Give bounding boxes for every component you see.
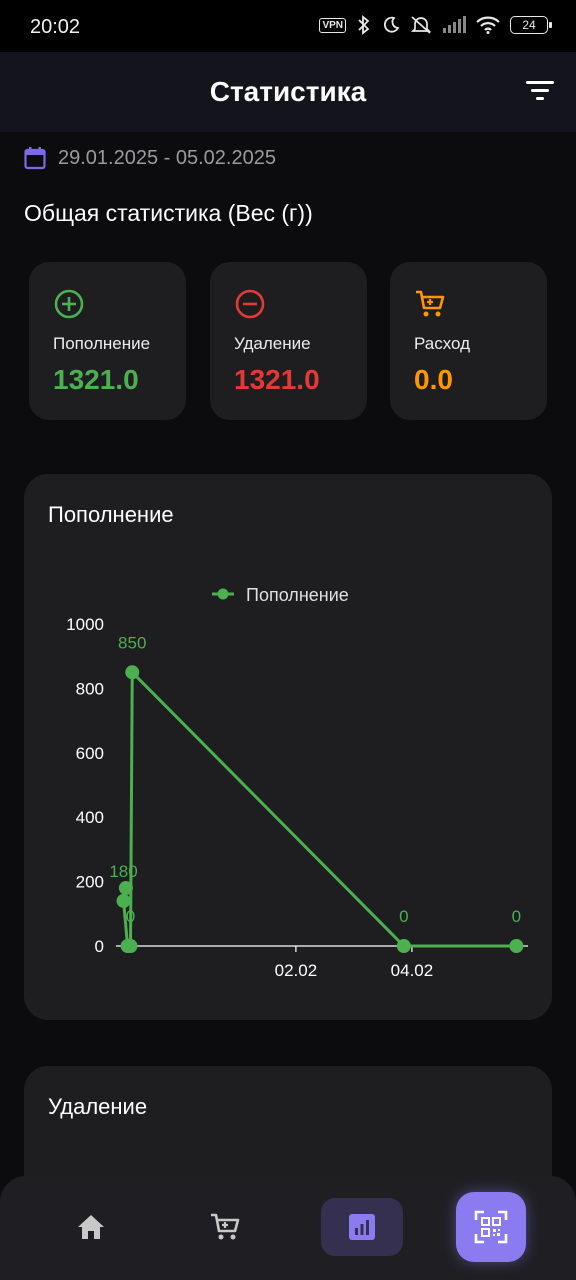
status-icons: VPN 24 xyxy=(319,15,552,35)
battery-icon: 24 xyxy=(510,16,552,34)
cart-icon xyxy=(211,1213,240,1240)
wifi-icon xyxy=(476,16,500,34)
nav-home[interactable] xyxy=(50,1198,132,1256)
bluetooth-icon xyxy=(358,15,370,35)
x-tick-label: 02.02 xyxy=(275,961,318,980)
nav-statistics[interactable] xyxy=(321,1198,403,1256)
silent-icon xyxy=(410,16,432,34)
add-circle-icon xyxy=(54,289,84,319)
vpn-icon: VPN xyxy=(319,17,346,33)
legend-marker xyxy=(217,588,229,600)
line-chart: Пополнение 0 200 400 600 800 1000 02.02 04.02 180… xyxy=(66,585,528,980)
stat-card-removal: Удаление 1321.0 xyxy=(210,262,367,420)
date-range-text: 29.01.2025 - 05.02.2025 xyxy=(58,146,276,169)
calendar-icon xyxy=(24,147,46,170)
data-label: 850 xyxy=(118,633,146,652)
chart-card-replenish: Пополнение Пополнение 0 200 400 600 800 1000 02… xyxy=(24,474,552,1020)
y-tick-label: 200 xyxy=(76,873,104,892)
bar-chart-icon xyxy=(349,1214,375,1240)
moon-icon xyxy=(383,16,400,33)
data-point xyxy=(509,939,524,953)
data-point xyxy=(116,893,131,908)
data-label: 0 xyxy=(512,907,521,926)
home-icon xyxy=(78,1215,104,1239)
status-time: 20:02 xyxy=(30,16,81,38)
cart-icon xyxy=(416,290,445,317)
data-label: 0 xyxy=(126,907,135,926)
y-tick-label: 0 xyxy=(95,937,104,956)
signal-icon xyxy=(443,16,466,33)
date-range[interactable]: 29.01.2025 - 05.02.2025 xyxy=(24,146,276,170)
stat-value: 0.0 xyxy=(414,364,453,395)
qr-scan-icon xyxy=(474,1210,508,1244)
data-point xyxy=(125,665,140,680)
stat-value: 1321.0 xyxy=(234,364,320,395)
data-point xyxy=(118,881,133,896)
data-label: 0 xyxy=(399,907,408,926)
page-title: Статистика xyxy=(209,76,367,107)
stat-label: Удаление xyxy=(234,334,311,353)
bottom-nav xyxy=(0,1176,576,1280)
nav-qr-scan[interactable] xyxy=(456,1192,526,1262)
stat-card-replenish: Пополнение 1321.0 xyxy=(29,262,186,420)
chart-title: Удаление xyxy=(48,1094,148,1119)
series-line xyxy=(122,670,517,948)
app-bar: Статистика xyxy=(0,52,576,132)
status-bar: 20:02 VPN 24 xyxy=(0,0,576,52)
data-point xyxy=(396,939,411,953)
filter-icon[interactable] xyxy=(526,78,556,104)
stat-label: Расход xyxy=(414,334,471,353)
x-tick-label: 04.02 xyxy=(391,961,434,980)
stat-card-expense: Расход 0.0 xyxy=(390,262,547,420)
summary-title: Общая статистика (Вес (г)) xyxy=(24,200,313,226)
stat-label: Пополнение xyxy=(53,334,151,353)
y-tick-label: 600 xyxy=(76,744,104,763)
y-tick-label: 800 xyxy=(76,679,104,698)
y-tick-label: 400 xyxy=(76,808,104,827)
legend-label: Пополнение xyxy=(246,585,349,605)
data-label: 180 xyxy=(109,862,137,881)
y-tick-label: 1000 xyxy=(66,615,104,634)
stat-value: 1321.0 xyxy=(53,364,139,395)
nav-cart[interactable] xyxy=(184,1198,266,1256)
remove-circle-icon xyxy=(235,289,265,319)
data-point xyxy=(123,939,138,953)
